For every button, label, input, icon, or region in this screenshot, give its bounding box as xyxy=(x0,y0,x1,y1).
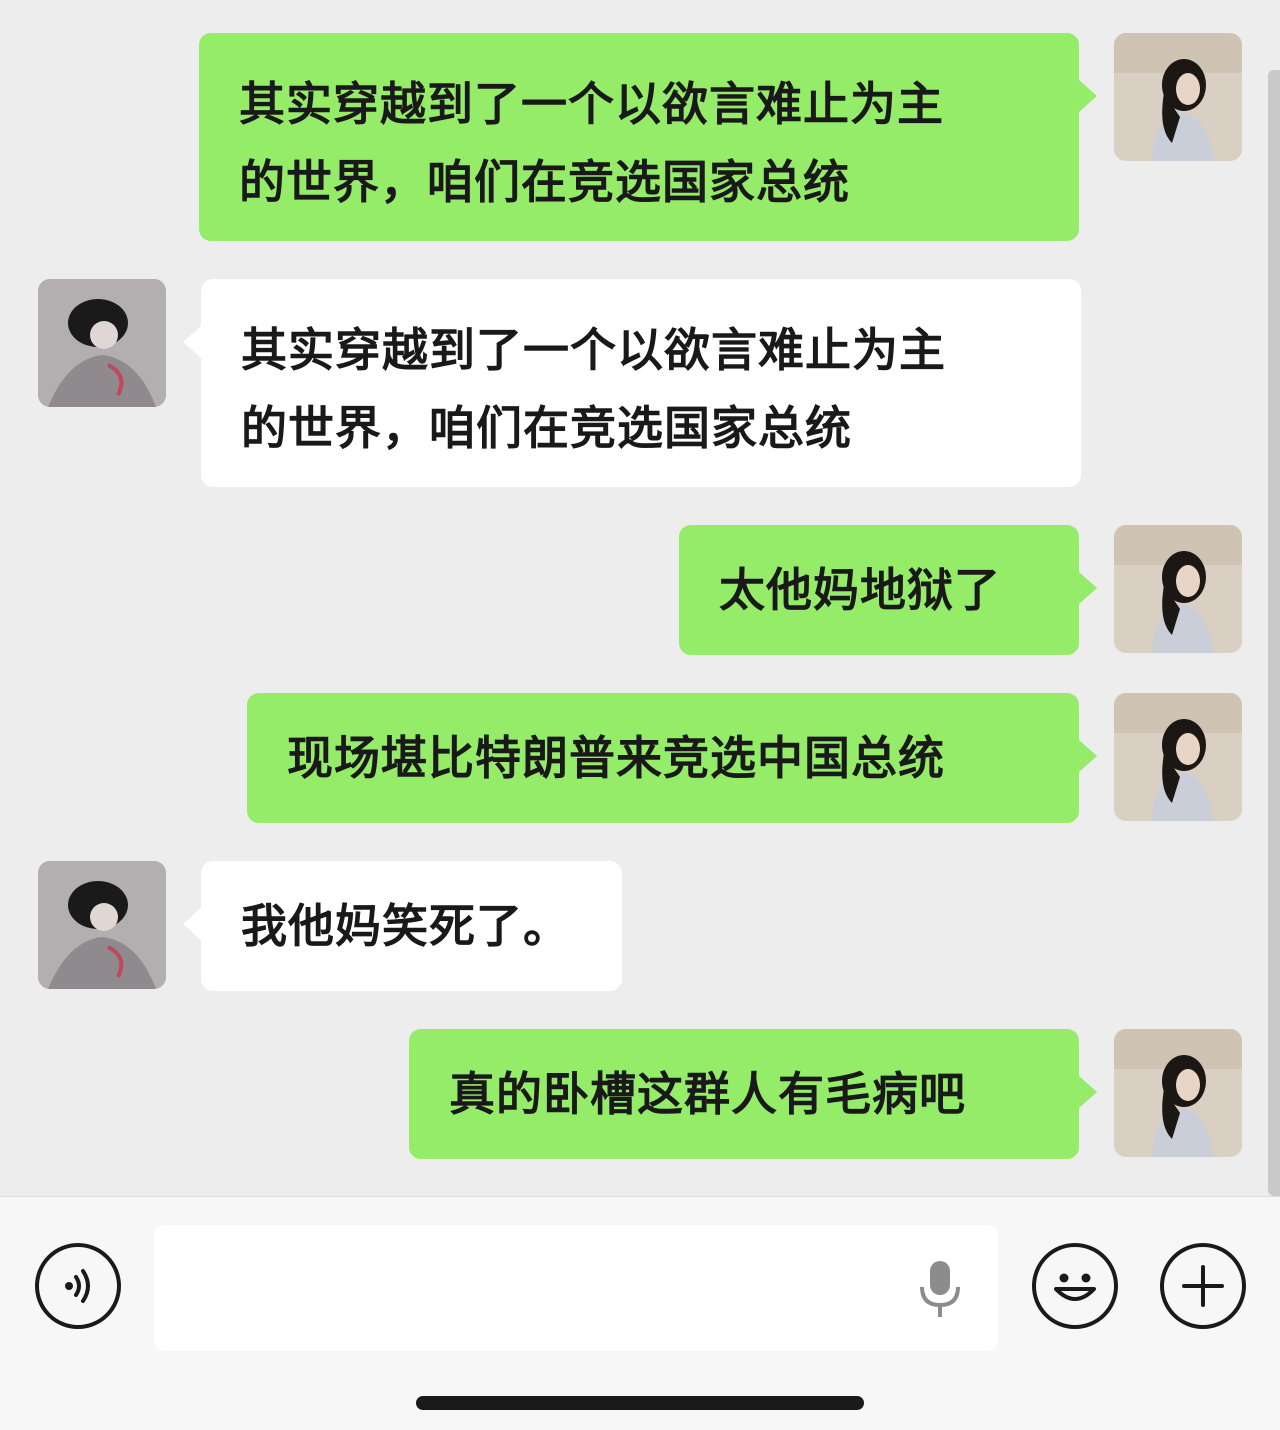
bubble-tail xyxy=(1079,572,1097,604)
self-avatar[interactable] xyxy=(1114,33,1242,161)
more-button[interactable] xyxy=(1160,1243,1246,1329)
emoji-icon xyxy=(1054,1273,1096,1301)
mic-icon[interactable] xyxy=(910,1257,970,1321)
message-bubble-contact[interactable]: 我他妈笑死了。 xyxy=(201,861,622,991)
plus-icon xyxy=(1182,1265,1224,1307)
self-avatar[interactable] xyxy=(1114,1029,1242,1157)
bubble-tail xyxy=(183,908,201,940)
bubble-tail xyxy=(1079,80,1097,112)
bubble-tail xyxy=(1079,740,1097,772)
self-avatar[interactable] xyxy=(1114,693,1242,821)
emoji-button[interactable] xyxy=(1032,1243,1118,1329)
self-avatar[interactable] xyxy=(1114,525,1242,653)
message-bubble-contact[interactable]: 其实穿越到了一个以欲言难止为主 的世界，咱们在竞选国家总统 xyxy=(201,279,1081,487)
contact-avatar[interactable] xyxy=(38,279,166,407)
bubble-tail xyxy=(183,326,201,358)
input-toolbar xyxy=(0,1196,1280,1430)
voice-mode-icon xyxy=(65,1269,90,1303)
bubble-tail xyxy=(1079,1076,1097,1108)
message-bubble-self[interactable]: 其实穿越到了一个以欲言难止为主 的世界，咱们在竞选国家总统 xyxy=(199,33,1079,241)
voice-mode-button[interactable] xyxy=(35,1243,121,1329)
message-bubble-self[interactable]: 太他妈地狱了 xyxy=(679,525,1079,655)
message-bubble-self[interactable]: 真的卧槽这群人有毛病吧 xyxy=(409,1029,1079,1159)
message-bubble-self[interactable]: 现场堪比特朗普来竞选中国总统 xyxy=(247,693,1079,823)
chat-message-list[interactable]: 其实穿越到了一个以欲言难止为主 的世界，咱们在竞选国家总统 其实穿越到了一个以欲… xyxy=(0,0,1280,1196)
contact-avatar[interactable] xyxy=(38,861,166,989)
scrollbar[interactable] xyxy=(1268,70,1280,1196)
home-indicator[interactable] xyxy=(416,1396,864,1410)
message-input[interactable] xyxy=(154,1225,998,1351)
